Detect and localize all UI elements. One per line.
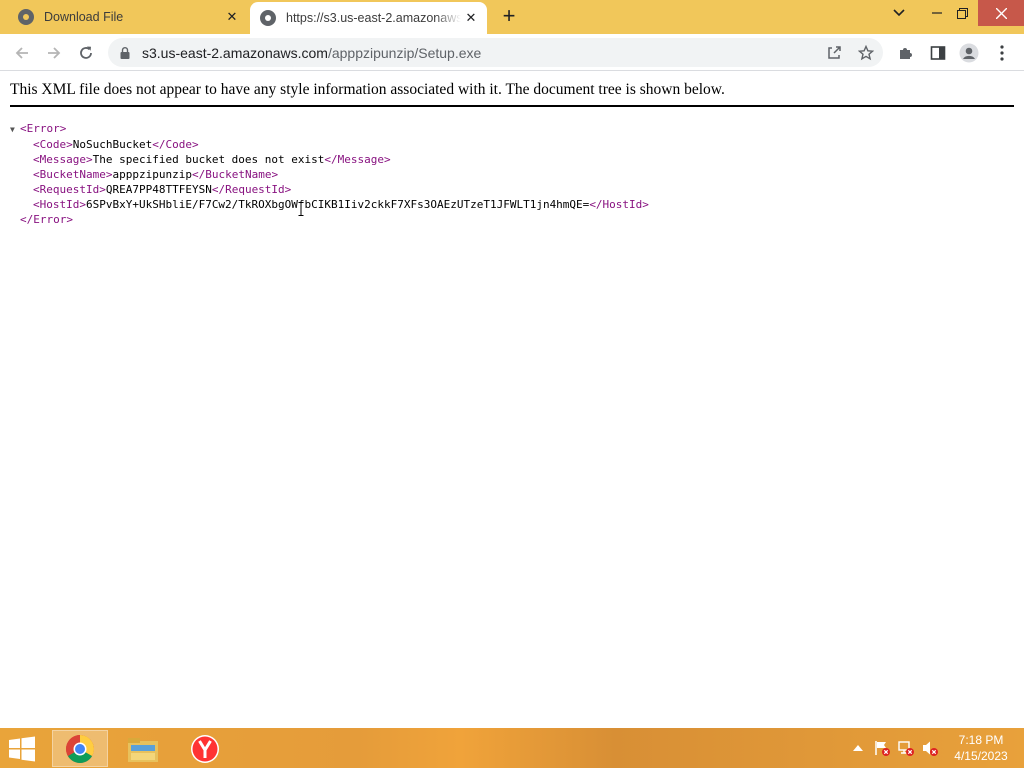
bookmark-star-icon[interactable] [856,43,876,63]
window-close-button[interactable] [978,0,1024,26]
url-host: s3.us-east-2.amazonaws.com [142,45,328,61]
action-center-flag-icon[interactable] [874,740,890,756]
xml-style-notice: This XML file does not appear to have an… [10,81,1014,107]
tab-download-file[interactable]: Download File ✕ [0,0,248,34]
show-hidden-icons-icon[interactable] [850,740,866,756]
xml-node-hostid: <HostId>6SPvBxY+UkSHbliE/F7Cw2/TkROXbgOW… [33,198,649,211]
new-tab-button[interactable]: + [498,5,520,28]
back-arrow-icon[interactable] [10,41,34,65]
yandex-browser-icon[interactable] [177,730,233,767]
clock-time: 7:18 PM [958,733,1004,747]
browser-toolbar: s3.us-east-2.amazonaws.com/apppzipunzip/… [0,34,1024,71]
lock-icon[interactable] [120,46,130,64]
side-panel-icon[interactable] [927,42,949,64]
xml-value: apppzipunzip [112,168,192,181]
xml-tree: ▼ <Error> <Code>NoSuchBucket</Code> <Mess… [10,121,649,227]
tab-close-icon[interactable]: ✕ [461,8,481,28]
url-text: s3.us-east-2.amazonaws.com/apppzipunzip/… [142,45,481,61]
network-icon[interactable] [898,740,914,756]
chrome-icon[interactable] [52,730,108,767]
xml-value: The specified bucket does not exist [92,153,325,166]
address-bar[interactable]: s3.us-east-2.amazonaws.com/apppzipunzip/… [108,38,883,67]
share-icon[interactable] [824,43,844,63]
xml-value: QREA7PP48TTFEYSN [105,183,212,196]
xml-node-requestid: <RequestId>QREA7PP48TTFEYSN</RequestId> [33,183,292,196]
profile-avatar-icon[interactable] [958,42,980,64]
xml-value: 6SPvBxY+UkSHbliE/F7Cw2/TkROXbgOWfbCIKB1I… [85,198,590,211]
tab-search-icon[interactable] [882,0,916,26]
xml-node-bucketname: <BucketName>apppzipunzip</BucketName> [33,168,279,181]
collapse-triangle-icon[interactable]: ▼ [10,122,20,137]
globe-icon [260,10,276,26]
xml-value: NoSuchBucket [72,138,153,151]
text-cursor-icon [298,202,304,216]
xml-node-code: <Code>NoSuchBucket</Code> [33,138,199,151]
reload-icon[interactable] [74,41,98,65]
windows-start-icon[interactable] [8,736,38,762]
url-path: /apppzipunzip/Setup.exe [327,45,482,61]
globe-icon [18,9,34,25]
restore-button[interactable] [945,0,979,26]
volume-muted-icon[interactable] [922,740,938,756]
extensions-puzzle-icon[interactable] [895,42,917,64]
xml-node-message: <Message>The specified bucket does not e… [33,153,391,166]
tab-strip: Download File ✕ https://s3.us-east-2.ama… [0,0,1024,34]
xml-root-open[interactable]: ▼ <Error> [10,121,649,137]
xml-root-close: </Error> [20,213,73,226]
tab-s3-setup[interactable]: https://s3.us-east-2.amazonaws.com/apppz… [250,2,487,34]
taskbar: 7:18 PM 4/15/2023 [0,728,1024,768]
page-content: This XML file does not appear to have an… [0,72,1024,728]
tab-close-icon[interactable]: ✕ [222,7,242,27]
forward-arrow-icon[interactable] [42,41,66,65]
browser-menu-icon[interactable] [991,42,1013,64]
file-explorer-icon[interactable] [115,730,171,767]
clock-date: 4/15/2023 [954,749,1008,763]
taskbar-clock[interactable]: 7:18 PM 4/15/2023 [948,732,1014,764]
tab-title: https://s3.us-east-2.amazonaws.com/apppz… [286,11,461,25]
tab-title: Download File [44,10,124,24]
